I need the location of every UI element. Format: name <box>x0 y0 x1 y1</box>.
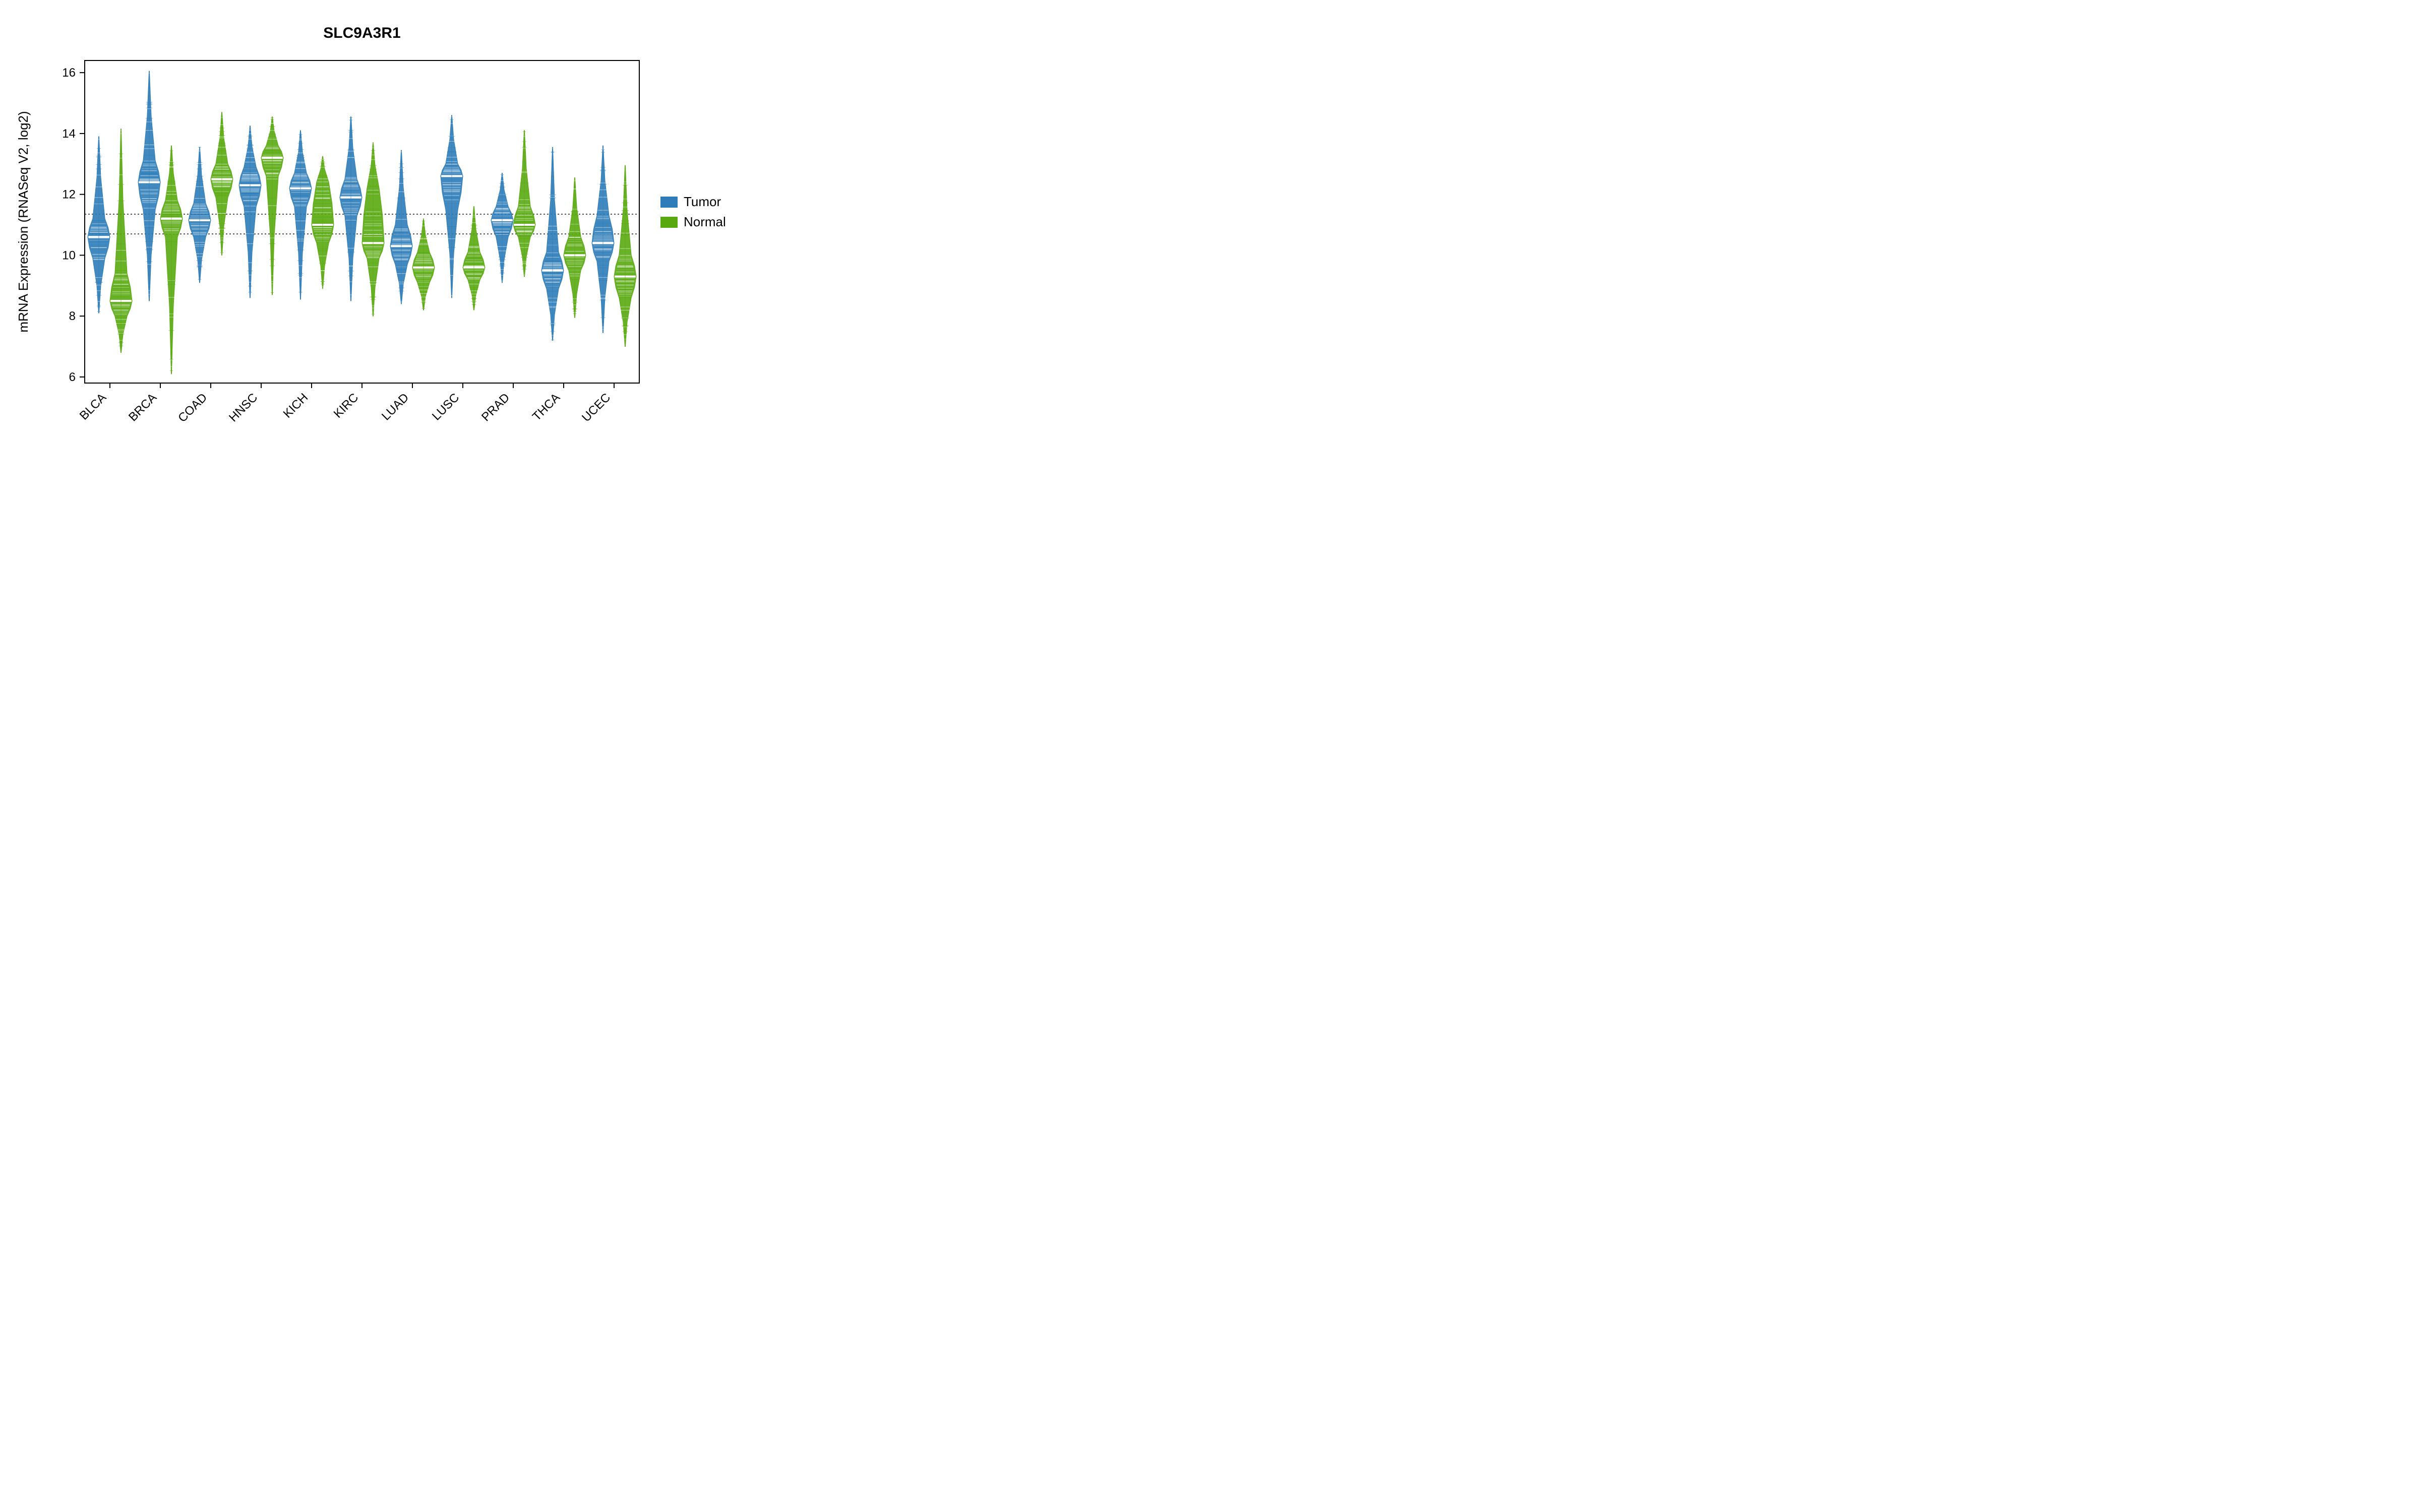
chart-title: SLC9A3R1 <box>323 25 400 41</box>
x-tick-label: THCA <box>530 391 563 423</box>
violin-THCA-normal <box>564 177 586 318</box>
y-tick-label: 10 <box>62 248 76 262</box>
violin-LUSC-tumor <box>441 115 463 298</box>
violin-BLCA-tumor <box>88 137 110 313</box>
violin-chart: SLC9A3R1 6 8 10 12 14 16 mRNA Expression (RNASe… <box>0 0 774 484</box>
violin-BRCA-normal <box>160 146 183 374</box>
x-tick-label: UCEC <box>579 391 613 424</box>
legend-label: Tumor <box>684 194 721 209</box>
violin-THCA-tumor <box>541 147 564 340</box>
y-tick-label: 14 <box>62 127 76 141</box>
violin-UCEC-normal <box>614 165 636 346</box>
legend: Tumor Normal <box>660 194 726 229</box>
y-tick-label: 12 <box>62 188 76 202</box>
violin-PRAD-normal <box>513 131 535 277</box>
violin-KIRC-tumor <box>340 117 362 301</box>
x-tick-label: BLCA <box>77 391 109 422</box>
y-tick-label: 8 <box>69 309 76 323</box>
y-axis-label: mRNA Expression (RNASeq V2, log2) <box>16 111 31 332</box>
y-tick-label: 6 <box>69 370 76 384</box>
violin-LUAD-tumor <box>390 150 412 304</box>
legend-swatch <box>660 197 678 208</box>
legend-swatch <box>660 217 678 228</box>
violin-HNSC-normal <box>261 117 283 295</box>
violin-BRCA-tumor <box>138 71 160 301</box>
violin-KICH-tumor <box>289 131 312 299</box>
violin-COAD-tumor <box>189 147 211 283</box>
violin-KIRC-normal <box>362 143 384 316</box>
x-tick-label: COAD <box>175 391 210 425</box>
x-tick-label: KIRC <box>331 391 361 421</box>
violin-HNSC-tumor <box>239 126 261 298</box>
x-tick-label: HNSC <box>226 391 260 424</box>
y-tick-label: 16 <box>62 66 76 80</box>
violin-BLCA-normal <box>110 129 132 353</box>
x-tick-label: PRAD <box>479 391 512 424</box>
x-tick-label: LUAD <box>379 391 411 423</box>
violin-LUSC-normal <box>463 207 485 310</box>
violin-LUAD-normal <box>412 219 435 310</box>
x-tick-label: KICH <box>281 391 311 421</box>
x-tick-label: LUSC <box>430 391 462 423</box>
violin-KICH-normal <box>312 156 334 289</box>
x-tick-label: BRCA <box>126 391 159 424</box>
violin-UCEC-tumor <box>592 146 614 333</box>
violin-PRAD-tumor <box>491 173 513 282</box>
legend-label: Normal <box>684 214 726 229</box>
